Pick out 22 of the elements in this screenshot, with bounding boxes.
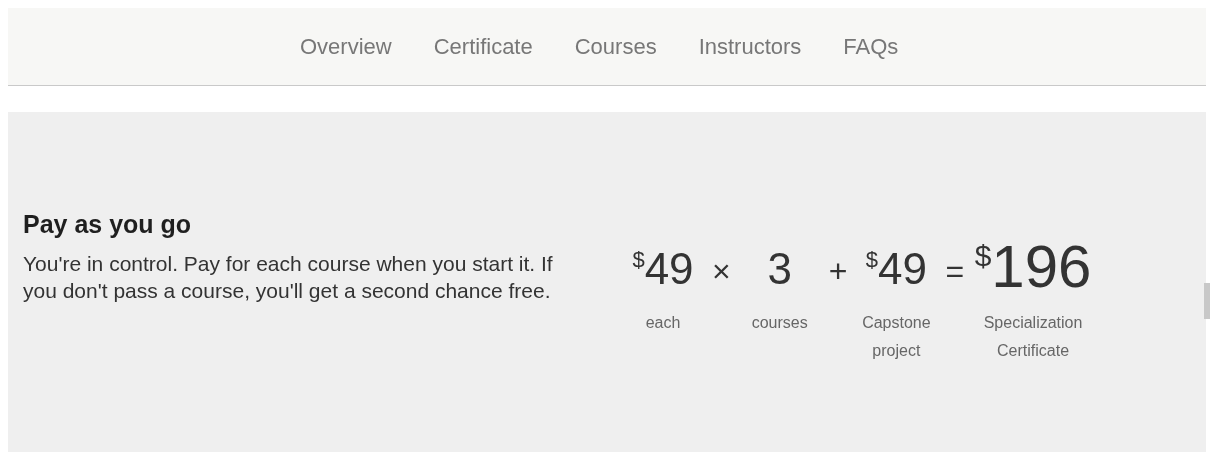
price-amount: 196: [991, 237, 1092, 297]
currency-sign: $: [632, 249, 645, 271]
price-caption: Capstone project: [861, 313, 932, 361]
nav-link[interactable]: Instructors: [688, 26, 812, 67]
nav-link[interactable]: Certificate: [423, 26, 543, 67]
price-caption: Specialization Certificate: [982, 313, 1084, 361]
currency-sign: $: [974, 241, 992, 271]
math-operator: ×: [711, 255, 732, 287]
price-amount: 49: [644, 247, 694, 291]
price-amount: 3: [767, 247, 792, 291]
math-operator: =: [944, 255, 966, 287]
price-amount: 49: [878, 247, 927, 291]
scrollbar-thumb[interactable]: [1204, 283, 1210, 319]
price-caption: courses: [750, 313, 809, 333]
nav-link[interactable]: Overview: [290, 26, 402, 67]
pricing-description: You're in control. Pay for each course when you start it. If you don't pass a course, you'll get a second chance free.: [23, 251, 553, 304]
pricing-title: Pay as you go: [23, 209, 193, 240]
currency-sign: $: [865, 249, 878, 271]
math-operator: +: [827, 255, 849, 287]
price-caption: each: [644, 313, 682, 333]
nav-link[interactable]: FAQs: [833, 26, 909, 67]
nav-link[interactable]: Courses: [564, 26, 667, 67]
